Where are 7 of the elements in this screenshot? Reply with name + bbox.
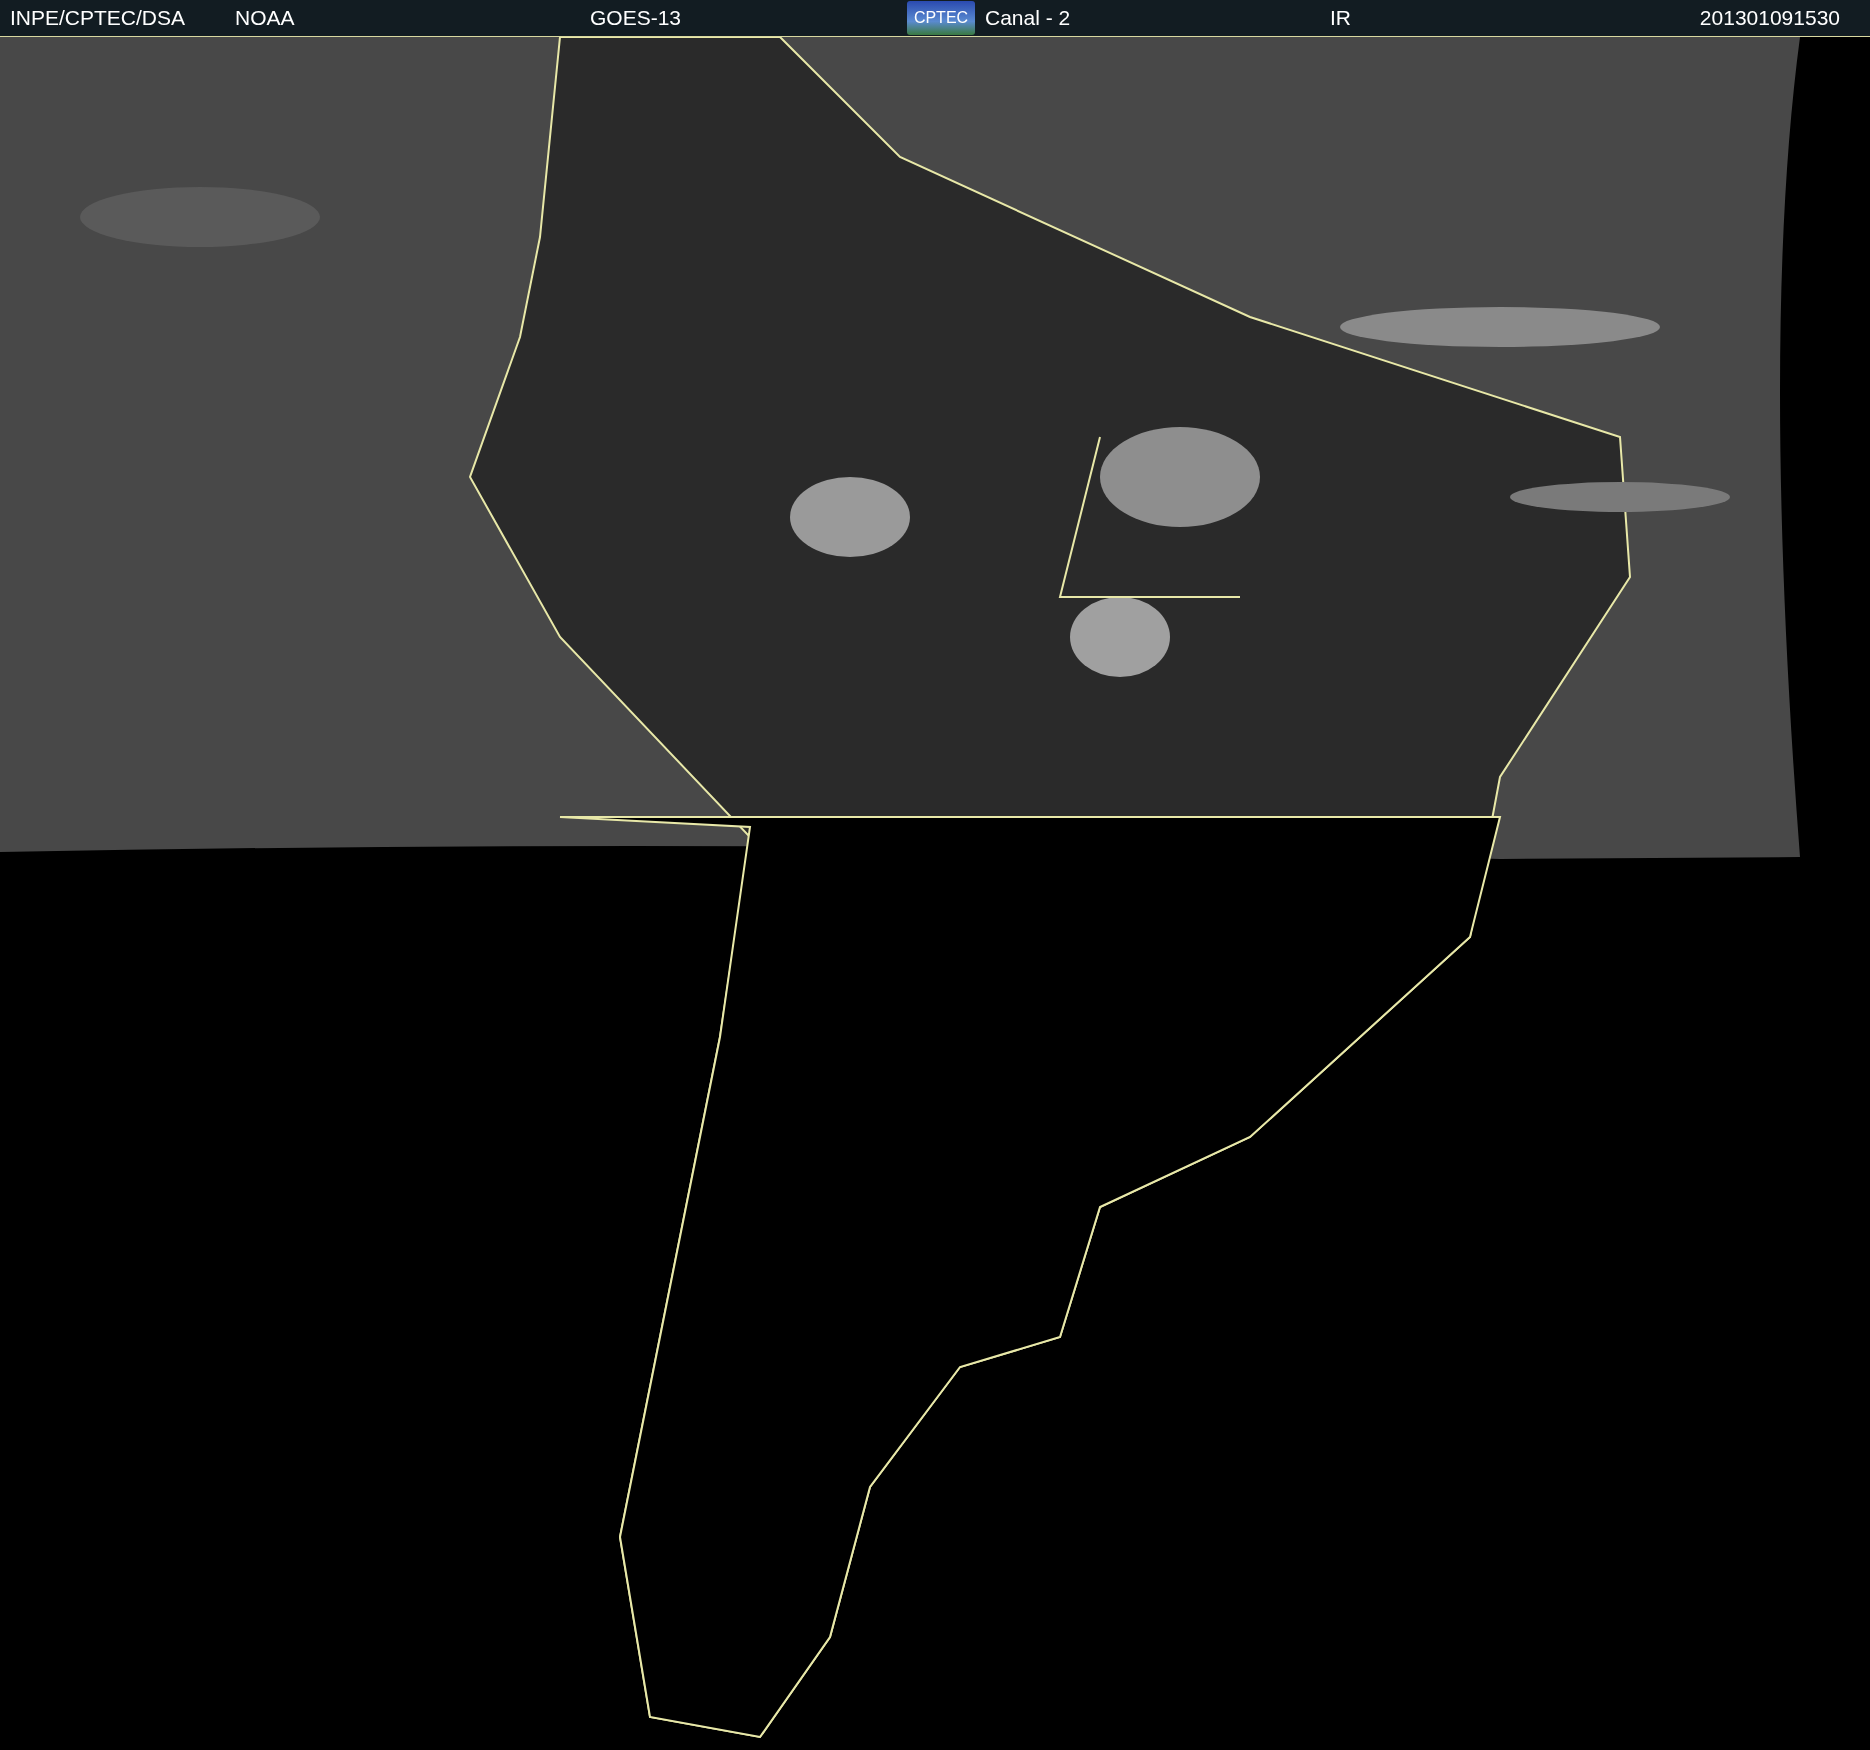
channel-label: Canal - 2 bbox=[985, 6, 1072, 30]
agency-label: NOAA bbox=[235, 6, 296, 30]
logo: CPTEC bbox=[907, 1, 975, 35]
source-label: INPE/CPTEC/DSA bbox=[9, 6, 187, 30]
satellite-label: GOES-13 bbox=[590, 6, 683, 30]
band-label: IR bbox=[1330, 6, 1352, 30]
timestamp: 201301091530 bbox=[1699, 6, 1841, 30]
